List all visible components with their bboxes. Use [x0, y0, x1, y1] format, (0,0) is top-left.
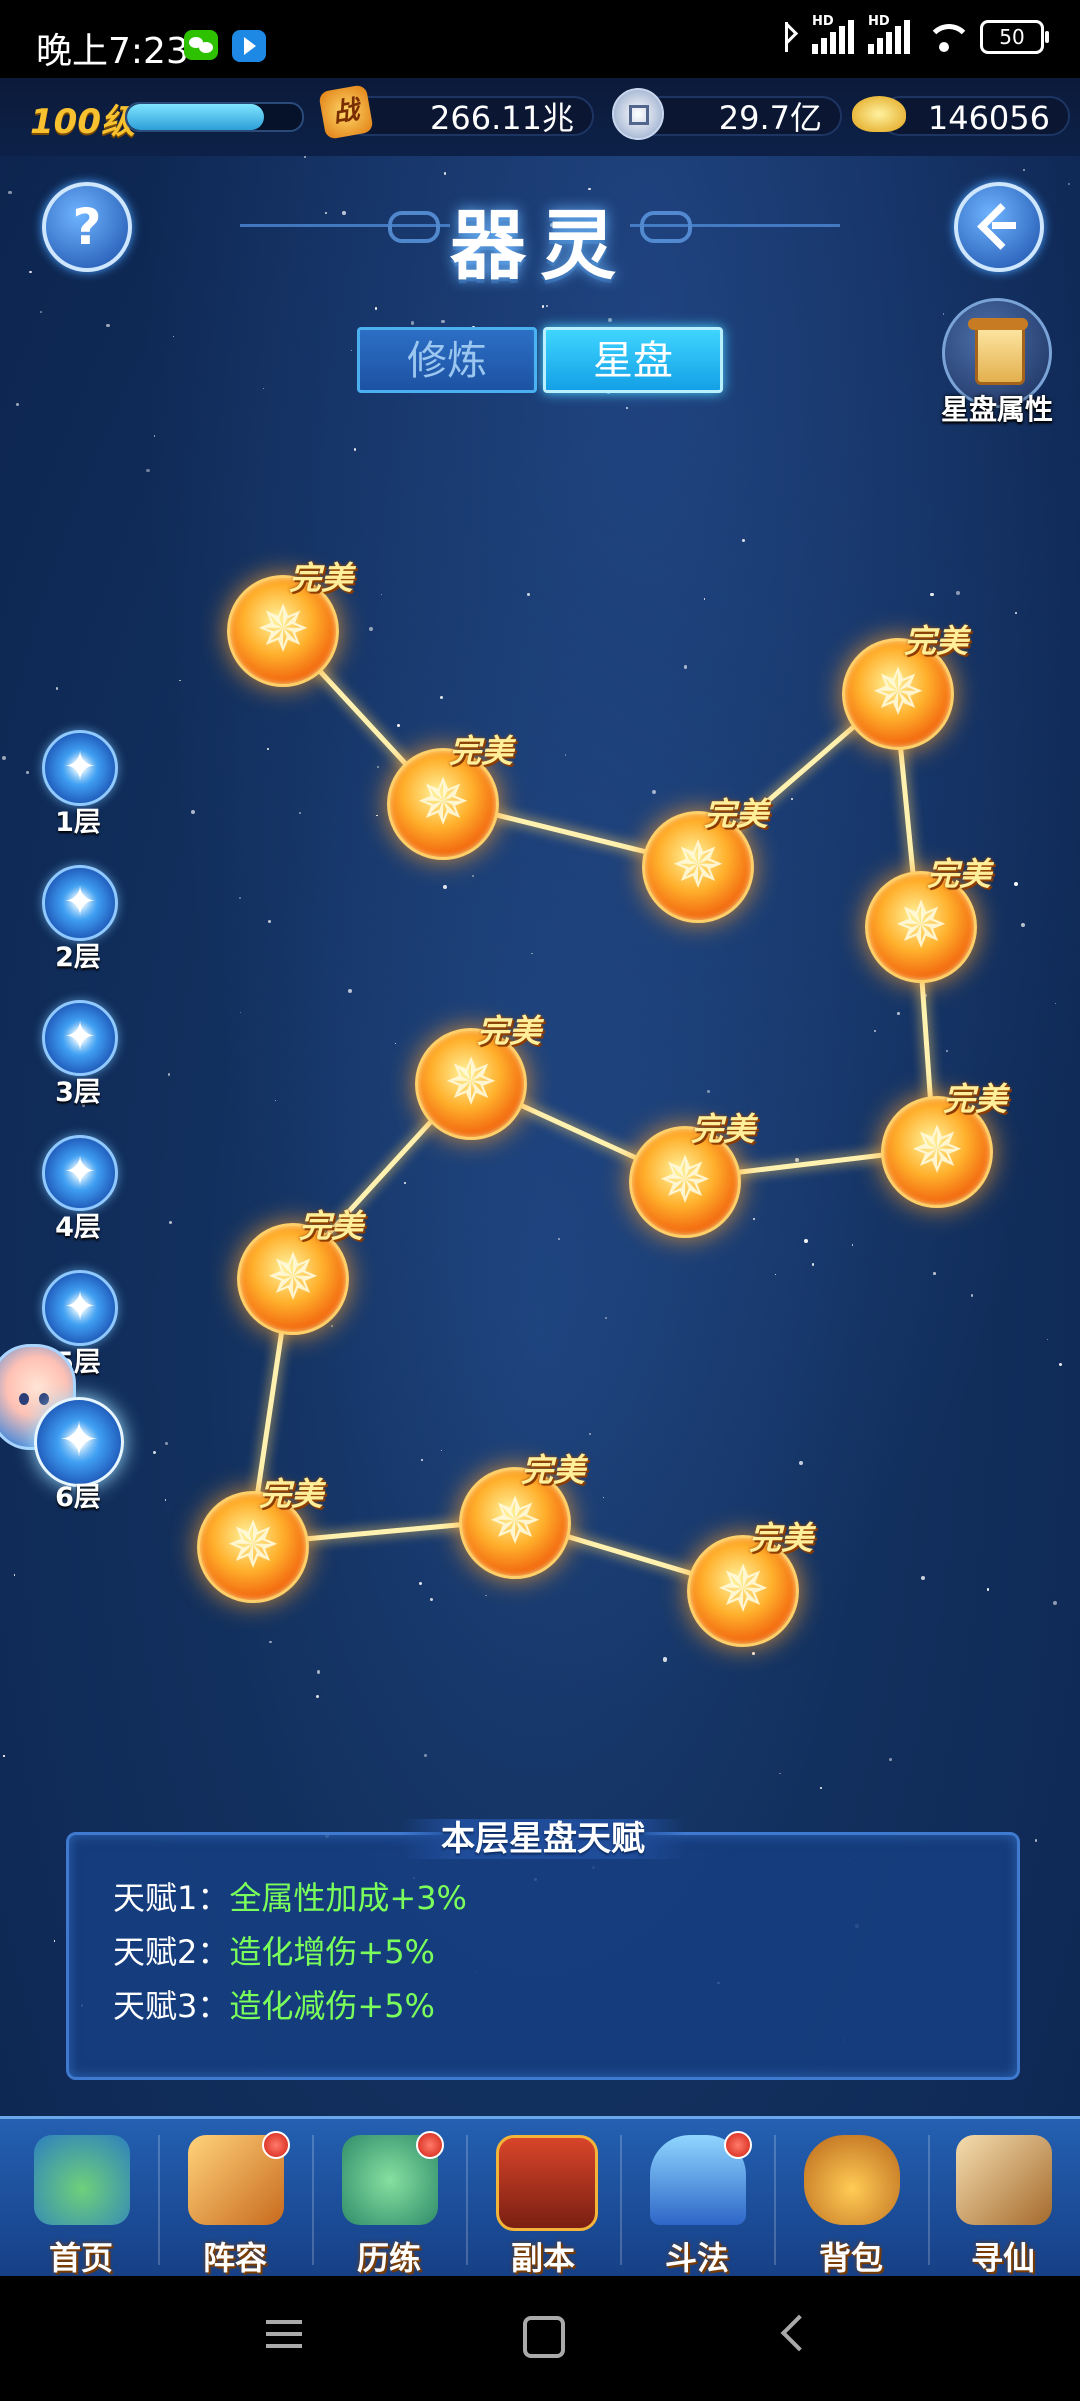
star-node[interactable]: 完美 [629, 1110, 755, 1240]
layer-star-icon [42, 1270, 118, 1346]
talent-row-2: 天赋2：造化增伤+5% [113, 1927, 435, 1973]
layer-2-button[interactable]: 2层 [40, 865, 118, 973]
exp-progress-fill [127, 104, 264, 130]
layer-star-icon [34, 1397, 124, 1487]
silver-coin-icon [612, 88, 664, 140]
talent-value: 全属性加成+3% [229, 1879, 467, 1917]
battle-power-icon: 战 [318, 84, 374, 140]
exp-progress-bar [125, 102, 304, 132]
star-node-perfect-tag: 完美 [289, 559, 354, 597]
home-island-icon [34, 2135, 130, 2225]
layer-label: 4层 [55, 1212, 101, 1243]
star-node-perfect-tag: 完美 [749, 1519, 814, 1557]
star-node-perfect-tag: 完美 [449, 732, 514, 770]
nav-label: 历练 [356, 2239, 421, 2277]
star-disk-panel: ? 器灵 修炼 星盘 星盘属性 完美完美完美完美完美完美完美完美完美完美完美完美… [0, 156, 1080, 2116]
star-node[interactable]: 完美 [687, 1519, 813, 1649]
talent-row-3: 天赋3：造化减伤+5% [113, 1981, 435, 2027]
signal-hd-label-2: HD [868, 14, 890, 29]
power-value: 266.11兆 [344, 96, 594, 137]
talent-panel: 本层星盘天赋 天赋1：全属性加成+3% 天赋2：造化增伤+5% 天赋3：造化减伤… [66, 1819, 1020, 2080]
resource-bar: 100级 266.11兆 战 29.7亿 146056 [0, 78, 1080, 156]
home-square-icon[interactable] [523, 2316, 565, 2358]
nav-label: 副本 [510, 2239, 575, 2277]
wechat-icon [184, 30, 218, 60]
nav-training[interactable]: 历练 [314, 2125, 468, 2277]
layer-label: 3层 [55, 1077, 101, 1108]
talent-label: 天赋3： [113, 1987, 230, 2025]
talent-value: 造化减伤+5% [229, 1987, 435, 2025]
nav-bag[interactable]: 背包 [776, 2125, 930, 2277]
battery-icon: 50 [980, 20, 1049, 54]
cell-signal-icon: HD [812, 14, 854, 54]
star-node-perfect-tag: 完美 [691, 1110, 756, 1148]
star-node[interactable]: 完美 [387, 732, 513, 862]
system-back-icon[interactable] [780, 2314, 818, 2352]
layer-label: 1层 [55, 807, 101, 838]
nav-formation[interactable]: 阵容 [160, 2125, 314, 2277]
layer-label: 2层 [55, 942, 101, 973]
layer-4-button[interactable]: 4层 [40, 1135, 118, 1243]
signal-hd-label: HD [812, 14, 834, 29]
dungeon-gate-icon [496, 2135, 598, 2231]
nav-label: 背包 [818, 2239, 883, 2277]
talent-title-text: 本层星盘天赋 [401, 1819, 685, 1859]
scroll-map-icon [956, 2135, 1052, 2225]
talent-label: 天赋1： [113, 1879, 230, 1917]
star-node-perfect-tag: 完美 [943, 1080, 1008, 1118]
layer-1-button[interactable]: 1层 [40, 730, 118, 838]
star-node[interactable]: 完美 [459, 1451, 585, 1581]
layer-star-icon [42, 730, 118, 806]
star-node[interactable]: 完美 [642, 795, 768, 925]
star-node-perfect-tag: 完美 [904, 622, 969, 660]
status-time: 晚上7:23 [36, 31, 189, 72]
star-node[interactable]: 完美 [415, 1012, 541, 1142]
notification-dot [724, 2131, 752, 2159]
player-level: 100级 [30, 102, 135, 142]
star-node[interactable]: 完美 [237, 1207, 363, 1337]
wifi-icon [924, 20, 966, 54]
nav-seek-immortal[interactable]: 寻仙 [928, 2125, 1078, 2277]
star-node-perfect-tag: 完美 [299, 1207, 364, 1245]
layer-star-icon [42, 1135, 118, 1211]
nav-home[interactable]: 首页 [6, 2125, 160, 2277]
talent-label: 天赋2： [113, 1933, 230, 1971]
notification-dot [416, 2131, 444, 2159]
gold-value: 146056 [880, 96, 1070, 137]
star-node[interactable]: 完美 [227, 559, 353, 689]
gold-ingot-icon [852, 96, 906, 132]
system-nav-bar [0, 2276, 1080, 2401]
layer-6-button[interactable]: 6层 [34, 1397, 124, 1513]
status-bar: 晚上7:23 HD HD 50 [0, 0, 1080, 78]
star-node-perfect-tag: 完美 [477, 1012, 542, 1050]
talent-row-1: 天赋1：全属性加成+3% [113, 1873, 467, 1919]
star-node-perfect-tag: 完美 [704, 795, 769, 833]
layer-label: 6层 [55, 1482, 101, 1513]
talent-value: 造化增伤+5% [229, 1933, 435, 1971]
layer-star-icon [42, 865, 118, 941]
notification-dot [262, 2131, 290, 2159]
bag-icon [804, 2135, 900, 2225]
star-node-perfect-tag: 完美 [927, 855, 992, 893]
bottom-nav: 首页 阵容 历练 副本 斗法 背包 寻仙 [0, 2116, 1080, 2279]
app-notification-icon [232, 30, 266, 62]
nav-label: 首页 [48, 2239, 113, 2277]
layer-3-button[interactable]: 3层 [40, 1000, 118, 1108]
recents-menu-icon[interactable] [266, 2320, 302, 2348]
nav-dungeon[interactable]: 副本 [468, 2125, 622, 2277]
star-node[interactable]: 完美 [197, 1475, 323, 1605]
star-node[interactable]: 完美 [842, 622, 968, 752]
nav-label: 阵容 [202, 2239, 267, 2277]
star-node[interactable]: 完美 [881, 1080, 1007, 1210]
nav-label: 斗法 [664, 2239, 729, 2277]
nav-battle[interactable]: 斗法 [622, 2125, 776, 2277]
star-node[interactable]: 完美 [865, 855, 991, 985]
cell-signal-icon-2: HD [868, 14, 910, 54]
nav-label: 寻仙 [970, 2239, 1035, 2277]
star-node-perfect-tag: 完美 [259, 1475, 324, 1513]
talent-title: 本层星盘天赋 [69, 1811, 1017, 1860]
layer-star-icon [42, 1000, 118, 1076]
star-node-perfect-tag: 完美 [521, 1451, 586, 1489]
bluetooth-icon [776, 20, 798, 54]
